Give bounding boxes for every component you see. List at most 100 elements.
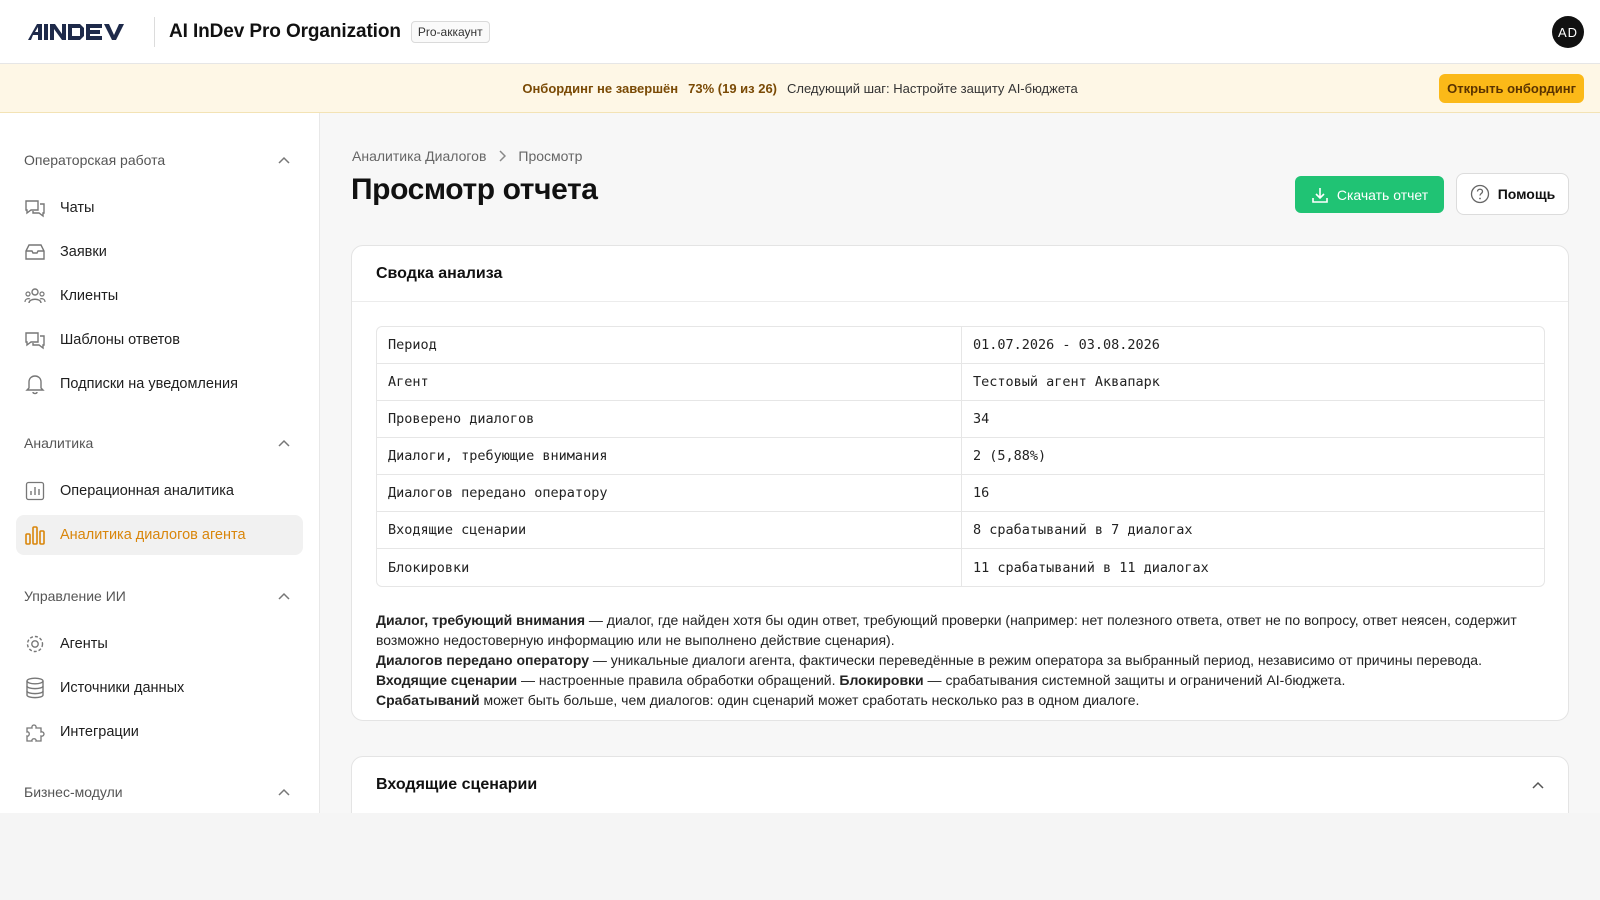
chevron-up-icon[interactable]	[276, 435, 292, 451]
help-label: Помощь	[1497, 186, 1556, 202]
help-button[interactable]: Помощь	[1456, 173, 1569, 215]
main-content: Аналитика Диалогов Просмотр Просмотр отч…	[320, 113, 1600, 813]
sidebar-section-title: Операторская работа	[24, 152, 166, 168]
scenarios-card-title: Входящие сценарии	[376, 776, 538, 793]
sidebar-item-label: Подписки на уведомления	[60, 376, 238, 392]
note-scenarios: Входящие сценарии — настроенные правила …	[376, 670, 1556, 690]
sidebar-item-templates[interactable]: Шаблоны ответов	[16, 320, 303, 360]
row-value: 01.07.2026 - 03.08.2026	[962, 327, 1544, 364]
sidebar-section-title: Аналитика	[24, 435, 94, 451]
chevron-right-icon	[498, 150, 507, 162]
sidebar-item-label: Шаблоны ответов	[60, 332, 180, 348]
chevron-up-icon[interactable]	[276, 588, 292, 604]
aindev-logo[interactable]	[28, 0, 138, 64]
bottom-blank-area	[0, 813, 1600, 900]
breadcrumb: Аналитика Диалогов Просмотр	[352, 148, 582, 164]
sidebar-section-business-modules[interactable]: Бизнес-модули	[24, 780, 292, 804]
note-text: — уникальные диалоги агента, фактически …	[588, 652, 1482, 668]
database-icon	[24, 677, 46, 699]
open-onboarding-button[interactable]: Открыть онбординг	[1439, 74, 1584, 103]
table-row: Входящие сценарии 8 срабатываний в 7 диал…	[377, 512, 1544, 549]
breadcrumb-parent-link[interactable]: Аналитика Диалогов	[352, 148, 486, 164]
note-term: Срабатываний	[376, 692, 480, 708]
sidebar-item-agent-dialog-analytics[interactable]: Аналитика диалогов агента	[16, 515, 303, 555]
row-key: Проверено диалогов	[377, 401, 962, 438]
sidebar-item-integrations[interactable]: Интеграции	[16, 712, 303, 752]
summary-table: Период 01.07.2026 - 03.08.2026 Агент Тесто…	[376, 326, 1545, 587]
note-term: Диалог, требующий внимания	[376, 612, 585, 628]
download-report-button[interactable]: Скачать отчет	[1295, 176, 1444, 213]
chat-icon	[24, 197, 46, 219]
sidebar-section-title: Бизнес-модули	[24, 784, 123, 800]
table-row: Агент Тестовый агент Аквапарк	[377, 364, 1544, 401]
row-key: Входящие сценарии	[377, 512, 962, 549]
row-value: 16	[962, 475, 1544, 512]
onboarding-next-step: Следующий шаг: Настройте защиту AI-бюдже…	[787, 80, 1078, 96]
sidebar-section-analytics[interactable]: Аналитика	[24, 431, 292, 455]
table-row: Диалоги, требующие внимания 2 (5,88%)	[377, 438, 1544, 475]
page-title: Просмотр отчета	[351, 173, 598, 206]
bell-icon	[24, 373, 46, 395]
sidebar-item-operational-analytics[interactable]: Операционная аналитика	[16, 471, 303, 511]
table-row: Диалогов передано оператору 16	[377, 475, 1544, 512]
sidebar-item-label: Чаты	[60, 200, 95, 216]
onboarding-title: Онбординг не завершён	[522, 80, 679, 96]
sidebar-item-chats[interactable]: Чаты	[16, 188, 303, 228]
sidebar-section-ai-management[interactable]: Управление ИИ	[24, 584, 292, 608]
scenarios-card: Входящие сценарии	[351, 756, 1569, 813]
sidebar-section-operator[interactable]: Операторская работа	[24, 148, 292, 172]
top-header: AI InDev Pro Organization Pro-аккаунт AD	[0, 0, 1600, 64]
download-report-label: Скачать отчет	[1336, 186, 1429, 203]
sidebar-item-label: Клиенты	[60, 288, 119, 304]
sidebar-section-title: Управление ИИ	[24, 588, 126, 604]
sidebar-item-agents[interactable]: Агенты	[16, 624, 303, 664]
table-row: Проверено диалогов 34	[377, 401, 1544, 438]
row-value: 11 срабатываний в 11 диалогах	[973, 559, 1209, 576]
row-value: 8 срабатываний в 7 диалогах	[962, 512, 1544, 549]
row-key: Диалогов передано оператору	[377, 475, 962, 512]
sidebar-item-label: Интеграции	[60, 724, 139, 740]
table-row: Период 01.07.2026 - 03.08.2026	[377, 327, 1544, 364]
sidebar-item-label: Агенты	[60, 636, 108, 652]
row-value: Тестовый агент Аквапарк	[962, 364, 1544, 401]
header-divider	[154, 16, 155, 47]
bar-chart-icon	[24, 524, 46, 546]
users-icon	[24, 285, 46, 307]
chat-template-icon	[24, 329, 46, 351]
sidebar-item-label: Операционная аналитика	[60, 483, 234, 499]
inbox-icon	[24, 241, 46, 263]
scenarios-card-header[interactable]: Входящие сценарии	[352, 757, 1568, 813]
organization-name[interactable]: AI InDev Pro Organization	[169, 21, 401, 43]
breadcrumb-current: Просмотр	[518, 148, 583, 164]
sidebar-item-label: Заявки	[60, 244, 107, 260]
download-icon	[1312, 187, 1328, 203]
chart-icon	[24, 480, 46, 502]
onboarding-banner: Онбординг не завершён 73% (19 из 26) Сле…	[0, 64, 1600, 113]
sidebar-item-label: Источники данных	[60, 680, 185, 696]
note-term: Входящие сценарии	[376, 672, 518, 688]
sidebar-item-label: Аналитика диалогов агента	[60, 527, 246, 543]
gear-icon	[24, 633, 46, 655]
note-term: Блокировки	[839, 672, 924, 688]
sidebar-item-data-sources[interactable]: Источники данных	[16, 668, 303, 708]
summary-notes: Диалог, требующий внимания — диалог, где…	[376, 610, 1556, 710]
note-attention: Диалог, требующий внимания — диалог, где…	[376, 610, 1556, 650]
avatar[interactable]: AD	[1552, 16, 1584, 48]
row-key: Период	[377, 327, 962, 364]
note-text: — настроенные правила обработки обращени…	[517, 672, 840, 688]
sidebar-item-notifications[interactable]: Подписки на уведомления	[16, 364, 303, 404]
chevron-up-icon[interactable]	[276, 152, 292, 168]
note-triggers: Срабатываний может быть больше, чем диал…	[376, 690, 1556, 710]
chevron-up-icon[interactable]	[1532, 776, 1544, 794]
sidebar-item-requests[interactable]: Заявки	[16, 232, 303, 272]
row-key: Агент	[377, 364, 962, 401]
summary-card: Сводка анализа Период 01.07.2026 - 03.08.…	[351, 245, 1569, 721]
sidebar: Операторская работа Чаты Заявки Клиенты …	[0, 113, 320, 813]
note-transferred: Диалогов передано оператору — уникальные…	[376, 650, 1556, 670]
help-icon	[1470, 184, 1489, 204]
row-key: Диалоги, требующие внимания	[377, 438, 962, 475]
sidebar-item-clients[interactable]: Клиенты	[16, 276, 303, 316]
summary-card-title: Сводка анализа	[352, 246, 1568, 302]
row-value: 34	[962, 401, 1544, 438]
chevron-up-icon[interactable]	[276, 784, 292, 800]
